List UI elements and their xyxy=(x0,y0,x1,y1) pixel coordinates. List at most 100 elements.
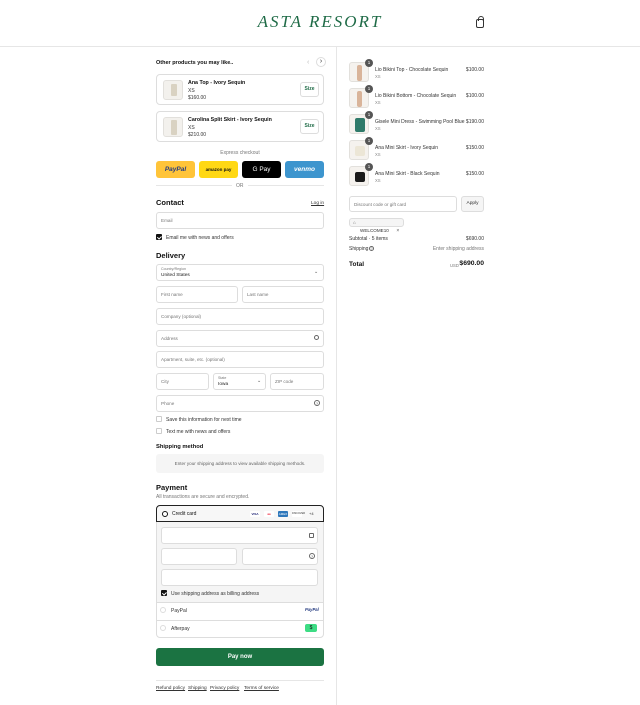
lock-icon xyxy=(309,533,314,538)
refund-policy-link[interactable]: Refund policy xyxy=(156,686,185,691)
order-item-price: $100.00 xyxy=(465,93,484,99)
use-shipping-address-checkbox[interactable] xyxy=(161,590,167,596)
terms-of-service-link[interactable]: Terms of service xyxy=(244,686,279,691)
brand-logo[interactable]: ASTA RESORT xyxy=(0,12,640,32)
apply-discount-button[interactable]: Apply xyxy=(461,196,484,212)
tag-icon: ⌂ xyxy=(353,220,356,225)
upsell-item-size: XS xyxy=(188,125,195,131)
order-item-variant: XS xyxy=(375,74,381,79)
city-placeholder: City xyxy=(161,379,169,384)
carousel-next-icon[interactable]: › xyxy=(316,57,326,67)
upsell-item-size: XS xyxy=(188,88,195,94)
use-shipping-address-label: Use shipping address as billing address xyxy=(171,591,260,597)
order-item-variant: XS xyxy=(375,100,381,105)
visa-icon: VISA xyxy=(250,511,260,517)
divider xyxy=(156,602,324,603)
credit-card-option[interactable]: Credit card VISA ●● AMEX DISCOVER +4 xyxy=(156,505,324,522)
chevron-down-icon: ⌄ xyxy=(257,378,262,384)
last-name-field[interactable]: Last name xyxy=(242,286,324,303)
help-icon[interactable]: ? xyxy=(309,553,315,559)
radio-selected[interactable] xyxy=(162,511,168,517)
state-value: Iowa xyxy=(218,382,229,387)
country-label: Country/Region xyxy=(161,267,186,271)
zip-field[interactable]: ZIP code xyxy=(270,373,324,390)
security-code-field[interactable]: ? xyxy=(242,548,318,565)
apartment-field[interactable]: Apartment, suite, etc. (optional) xyxy=(156,351,324,368)
name-on-card-field[interactable] xyxy=(161,569,318,586)
total-label: Total xyxy=(349,261,365,268)
order-item-price: $150.00 xyxy=(465,145,484,151)
quantity-badge: 1 xyxy=(365,59,373,67)
first-name-field[interactable]: First name xyxy=(156,286,238,303)
phone-field[interactable]: Phone ? xyxy=(156,395,324,412)
size-button[interactable]: Size xyxy=(300,82,319,97)
login-link[interactable]: Log in xyxy=(311,201,324,206)
card-number-field[interactable] xyxy=(161,527,318,544)
divider xyxy=(156,620,324,621)
order-item: 1 Lio Bikini Bottom - Chocolate Sequin X… xyxy=(349,85,484,108)
privacy-policy-link[interactable]: Privacy policy xyxy=(210,686,239,691)
order-item-price: $100.00 xyxy=(465,67,484,73)
product-swatch xyxy=(355,118,365,132)
expiration-date-field[interactable] xyxy=(161,548,237,565)
paypal-option-label: PayPal xyxy=(171,608,187,614)
express-checkout-label: Express checkout xyxy=(220,150,260,156)
subtotal-value: $690.00 xyxy=(465,236,484,242)
amex-icon: AMEX xyxy=(278,511,288,517)
paypal-radio[interactable] xyxy=(160,607,166,613)
company-placeholder: Company (optional) xyxy=(161,314,202,319)
divider-right xyxy=(248,185,324,186)
afterpay-radio[interactable] xyxy=(160,625,166,631)
paypal-express-button[interactable]: PayPal xyxy=(156,161,195,178)
size-button[interactable]: Size xyxy=(300,119,319,134)
shipping-info-icon[interactable]: ? xyxy=(369,246,374,251)
save-info-checkbox[interactable] xyxy=(156,416,162,422)
currency-label: USD xyxy=(450,263,459,268)
shipping-method-title: Shipping method xyxy=(156,444,204,450)
pay-now-button[interactable]: Pay now xyxy=(156,648,324,666)
order-item-price: $150.00 xyxy=(465,171,484,177)
upsell-item-2: Carolina Split Skirt - Ivory Sequin XS $… xyxy=(156,111,324,142)
discount-code-field[interactable]: Discount code or gift card xyxy=(349,196,457,212)
upsell-item-price: $210.00 xyxy=(188,132,207,138)
shipping-link[interactable]: Shipping xyxy=(188,686,207,691)
company-field[interactable]: Company (optional) xyxy=(156,308,324,325)
shipping-label: Shipping xyxy=(349,246,369,252)
country-select[interactable]: Country/Region United States ⌄ xyxy=(156,264,324,281)
city-field[interactable]: City xyxy=(156,373,209,390)
text-me-checkbox[interactable] xyxy=(156,428,162,434)
afterpay-logo-icon: $ xyxy=(305,624,317,632)
or-divider-text: OR xyxy=(236,183,244,189)
help-icon[interactable]: ? xyxy=(314,400,320,406)
product-thumbnail xyxy=(163,80,183,100)
carousel-prev-icon[interactable]: ‹ xyxy=(307,59,309,66)
email-placeholder: Email xyxy=(161,218,173,223)
text-me-label: Text me with news and offers xyxy=(166,429,231,435)
quantity-badge: 1 xyxy=(365,163,373,171)
chevron-down-icon: ⌄ xyxy=(314,269,319,275)
state-select[interactable]: State Iowa ⌄ xyxy=(213,373,266,390)
address-field[interactable]: Address xyxy=(156,330,324,347)
footer-divider xyxy=(156,680,324,681)
first-name-placeholder: First name xyxy=(161,292,183,297)
product-swatch xyxy=(357,91,362,107)
remove-discount-icon[interactable]: × xyxy=(396,228,399,234)
venmo-button[interactable]: venmo xyxy=(285,161,324,178)
order-item: 1 Gisele Mini Dress - Swimming Pool Blue… xyxy=(349,111,484,134)
amazon-pay-button[interactable]: amazon pay xyxy=(199,161,238,178)
product-swatch xyxy=(355,172,365,182)
order-item: 1 Ana Mini Skirt - Ivory Sequin XS $150.… xyxy=(349,137,484,160)
shopping-bag-icon[interactable] xyxy=(476,16,484,28)
order-item-variant: XS xyxy=(375,126,381,131)
apartment-placeholder: Apartment, suite, etc. (optional) xyxy=(161,357,225,362)
newsletter-checkbox[interactable] xyxy=(156,234,162,240)
google-pay-button[interactable]: G Pay xyxy=(242,161,281,178)
email-field[interactable]: Email xyxy=(156,212,324,229)
product-swatch xyxy=(355,146,365,156)
discount-placeholder: Discount code or gift card xyxy=(354,202,407,207)
newsletter-label: Email me with news and offers xyxy=(166,235,234,241)
order-item: 1 Lio Bikini Top - Chocolate Sequin XS $… xyxy=(349,59,484,82)
discover-icon: DISCOVER xyxy=(292,511,306,517)
upsell-item-1: Ana Top - Ivory Sequin XS $160.00 Size xyxy=(156,74,324,105)
upsell-item-price: $160.00 xyxy=(188,95,207,101)
